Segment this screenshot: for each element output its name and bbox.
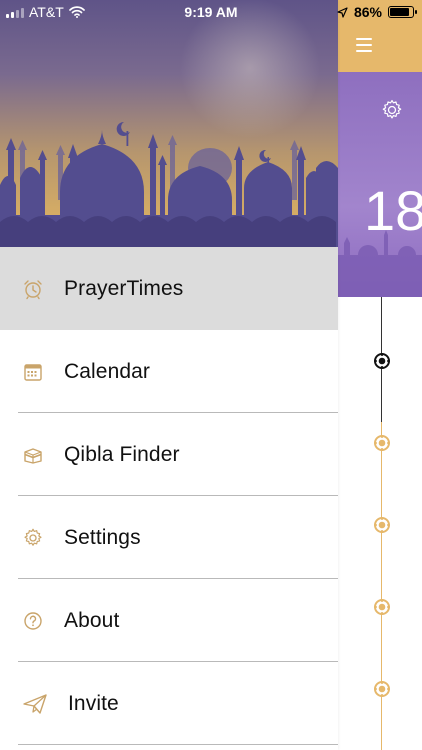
menu-item-invite[interactable]: Invite <box>0 662 338 745</box>
menu-item-label: Settings <box>64 525 141 549</box>
paper-plane-icon <box>22 693 48 715</box>
day-number: 18 <box>364 179 422 242</box>
menu-item-label: Invite <box>68 691 119 715</box>
menu-item-prayer-times[interactable]: PrayerTimes <box>0 247 338 330</box>
calendar-icon <box>22 361 44 383</box>
menu-item-label: PrayerTimes <box>64 276 184 300</box>
menu-item-label: Qibla Finder <box>64 442 180 466</box>
status-bar: AT&T 9:19 AM 86% <box>0 0 422 24</box>
main-settings-gear-icon[interactable] <box>380 98 404 122</box>
drawer-menu: PrayerTimes Calendar Qibla Finder Settin… <box>0 247 338 745</box>
timeline-node-icon <box>374 517 390 533</box>
navigation-drawer: PrayerTimes Calendar Qibla Finder Settin… <box>0 0 338 750</box>
question-circle-icon <box>22 610 44 632</box>
menu-item-calendar[interactable]: Calendar <box>0 330 338 413</box>
menu-item-settings[interactable]: Settings <box>0 496 338 579</box>
timeline-node-icon <box>374 599 390 615</box>
menu-item-about[interactable]: About <box>0 579 338 662</box>
location-arrow-icon <box>337 6 348 18</box>
mosque-skyline-illustration <box>0 0 338 247</box>
menu-item-label: Calendar <box>64 359 151 383</box>
timeline-line-upcoming <box>381 422 382 750</box>
menu-item-label: About <box>64 608 120 632</box>
battery-percent: 86% <box>353 4 382 20</box>
status-right: 86% <box>337 4 417 20</box>
kaaba-icon <box>22 444 44 466</box>
menu-divider <box>18 744 338 745</box>
battery-level <box>390 8 409 16</box>
alarm-clock-icon <box>22 278 44 300</box>
timeline-node-icon <box>374 681 390 697</box>
battery-icon <box>388 6 417 18</box>
timeline-node-current-icon <box>374 353 390 369</box>
menu-item-qibla-finder[interactable]: Qibla Finder <box>0 413 338 496</box>
menu-hamburger-icon[interactable] <box>356 38 372 52</box>
gear-icon <box>22 527 44 549</box>
timeline-node-icon <box>374 435 390 451</box>
drawer-header-image <box>0 0 338 247</box>
